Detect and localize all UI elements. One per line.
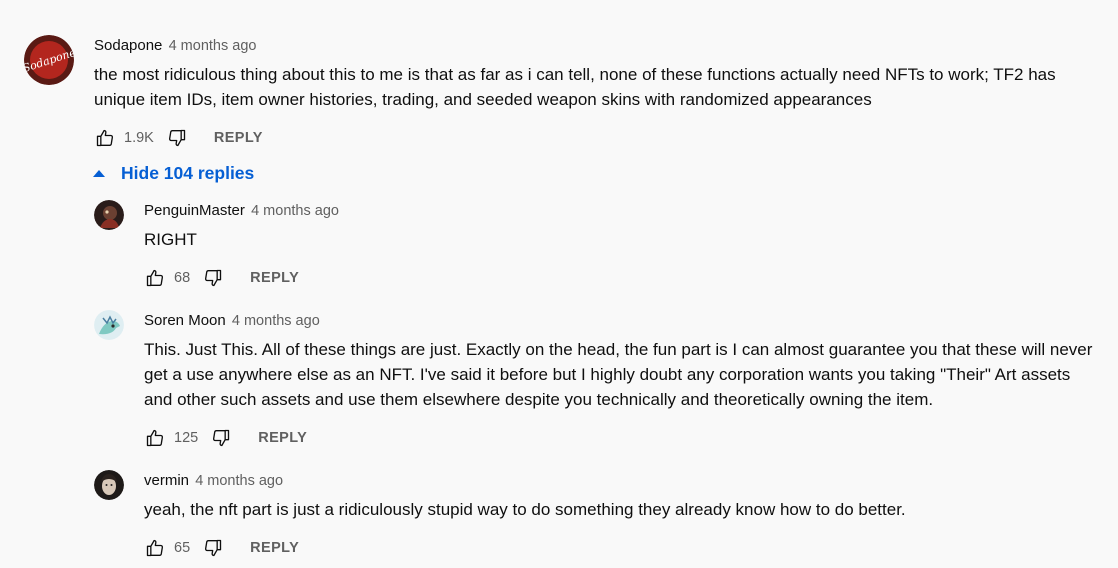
comment-header: PenguinMaster 4 months ago <box>144 202 339 219</box>
avatar[interactable] <box>94 310 124 340</box>
thumbs-up-icon[interactable] <box>144 427 166 449</box>
reply-button[interactable]: REPLY <box>250 540 299 556</box>
comment-timestamp[interactable]: 4 months ago <box>195 473 283 489</box>
reply-button[interactable]: REPLY <box>258 430 307 446</box>
thumbs-down-icon[interactable] <box>166 127 188 149</box>
hide-replies-label: Hide 104 replies <box>121 163 255 183</box>
avatar[interactable]: Sodapone <box>24 35 74 85</box>
thumbs-up-icon[interactable] <box>144 267 166 289</box>
comment-actions: 68 REPLY <box>144 266 299 290</box>
comment-text: yeah, the nft part is just a ridiculousl… <box>144 500 906 519</box>
thumbs-down-icon[interactable] <box>210 427 232 449</box>
comment-actions: 65 REPLY <box>144 536 299 560</box>
comment-header: vermin 4 months ago <box>144 472 283 489</box>
comment-author[interactable]: Soren Moon <box>144 312 226 329</box>
comment-header: Sodapone 4 months ago <box>94 37 256 54</box>
like-count: 125 <box>174 430 199 446</box>
comment-header: Soren Moon 4 months ago <box>144 312 320 329</box>
sodapone-avatar-image: Sodapone <box>24 35 74 85</box>
comment-actions: 125 REPLY <box>144 426 307 450</box>
thumbs-up-icon[interactable] <box>94 127 116 149</box>
comment-timestamp[interactable]: 4 months ago <box>232 313 320 329</box>
thumbs-down-icon[interactable] <box>202 537 224 559</box>
comment-text: the most ridiculous thing about this to … <box>94 65 1056 109</box>
comment-timestamp[interactable]: 4 months ago <box>251 203 339 219</box>
soren-moon-avatar-image <box>94 310 124 340</box>
like-count: 68 <box>174 270 191 286</box>
caret-up-icon <box>93 170 105 177</box>
comment-author[interactable]: vermin <box>144 472 189 489</box>
like-count: 65 <box>174 540 191 556</box>
avatar[interactable] <box>94 470 124 500</box>
hide-replies-button[interactable]: Hide 104 replies <box>92 163 254 184</box>
penguinmaster-avatar-image <box>94 200 124 230</box>
reply-button[interactable]: REPLY <box>214 130 263 146</box>
comment-text: RIGHT <box>144 230 197 249</box>
thumbs-up-icon[interactable] <box>144 537 166 559</box>
comment-timestamp[interactable]: 4 months ago <box>169 38 257 54</box>
comment-author[interactable]: Sodapone <box>94 37 162 54</box>
reply-button[interactable]: REPLY <box>250 270 299 286</box>
comment-author[interactable]: PenguinMaster <box>144 202 245 219</box>
vermin-avatar-image <box>94 470 124 500</box>
avatar[interactable] <box>94 200 124 230</box>
comment-actions: 1.9K REPLY <box>94 126 263 150</box>
thumbs-down-icon[interactable] <box>202 267 224 289</box>
comment-text: This. Just This. All of these things are… <box>144 340 1093 409</box>
like-count: 1.9K <box>124 130 154 146</box>
